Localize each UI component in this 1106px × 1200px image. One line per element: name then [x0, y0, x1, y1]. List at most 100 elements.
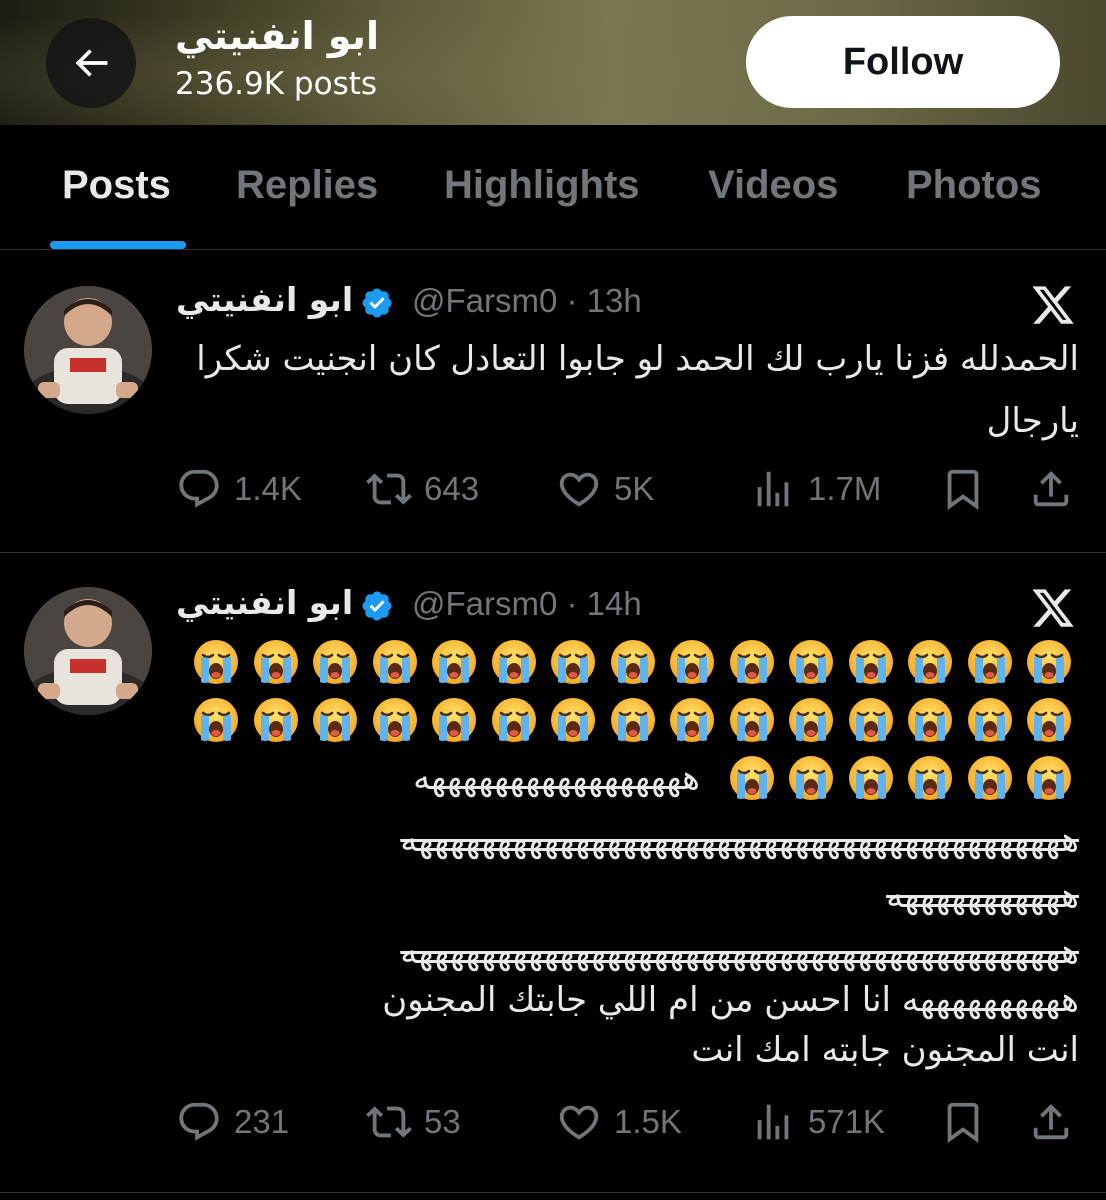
post-text-line: هههههههههههه	[886, 876, 1079, 916]
like-button[interactable]: 5K	[556, 464, 654, 514]
tab-replies[interactable]: Replies	[236, 163, 378, 208]
post-text-line: انت المجنون جابته امك انت	[691, 1030, 1079, 1070]
repost-count: 643	[424, 470, 480, 507]
posts-count: 236.9K posts	[175, 66, 378, 102]
loudly-crying-face-icon	[484, 633, 544, 691]
like-button[interactable]: 1.5K	[556, 1097, 682, 1147]
loudly-crying-face-icon	[782, 749, 842, 807]
author-handle[interactable]: @Farsm0 · 14h	[412, 585, 642, 623]
handle-text: @Farsm0	[412, 282, 558, 319]
repost-button[interactable]: 53	[366, 1097, 461, 1147]
author-name[interactable]: ابو انفنيتي	[176, 583, 353, 622]
loudly-crying-face-icon	[544, 633, 604, 691]
loudly-crying-face-icon	[246, 691, 306, 749]
reply-button[interactable]: 1.4K	[176, 464, 302, 514]
views-count: 571K	[808, 1103, 886, 1140]
loudly-crying-face-icon	[425, 691, 485, 749]
loudly-crying-face-icon	[722, 749, 782, 807]
loudly-crying-face-icon	[841, 633, 901, 691]
reply-icon	[179, 469, 219, 508]
loudly-crying-face-icon	[960, 633, 1020, 691]
loudly-crying-face-icon	[1020, 633, 1080, 691]
loudly-crying-face-icon	[901, 633, 961, 691]
tab-highlights[interactable]: Highlights	[444, 163, 640, 208]
bookmark-button[interactable]	[940, 1097, 986, 1147]
post-text: الحمدلله فزنا يارب لك الحمد لو جابوا الت…	[196, 339, 1079, 441]
profile-tabs: Posts Replies Highlights Videos Photos	[0, 125, 1106, 250]
views-icon	[757, 1104, 789, 1140]
views-button[interactable]: 571K	[750, 1097, 885, 1147]
bookmark-button[interactable]	[940, 464, 986, 514]
tab-posts[interactable]: Posts	[62, 163, 171, 208]
back-button[interactable]	[46, 18, 136, 108]
loudly-crying-face-icon	[663, 691, 723, 749]
post-actions: 1.4K 643 5K 1.7M	[176, 464, 1079, 514]
loudly-crying-face-icon	[841, 749, 901, 807]
active-tab-indicator	[50, 241, 186, 249]
share-button[interactable]	[1028, 464, 1074, 514]
loudly-crying-face-icon	[663, 633, 723, 691]
post-actions: 231 53 1.5K 571K	[176, 1097, 1079, 1147]
heart-icon	[559, 472, 599, 507]
views-count: 1.7M	[808, 470, 882, 507]
tab-videos[interactable]: Videos	[708, 163, 838, 208]
loudly-crying-face-icon	[187, 691, 247, 749]
reply-count: 231	[234, 1103, 290, 1140]
loudly-crying-face-icon	[544, 691, 604, 749]
tab-photos[interactable]: Photos	[906, 163, 1042, 208]
repost-count: 53	[424, 1103, 461, 1140]
loudly-crying-face-icon	[782, 633, 842, 691]
heart-icon	[559, 1105, 599, 1140]
post-text-line: هههههههههههههههههههههههههههههههههههههههه…	[400, 820, 1079, 860]
reply-button[interactable]: 231	[176, 1097, 289, 1147]
loudly-crying-face-icon	[246, 633, 306, 691]
like-count: 5K	[614, 470, 655, 507]
repost-button[interactable]: 643	[366, 464, 479, 514]
loudly-crying-face-icon	[306, 691, 366, 749]
loudly-crying-face-icon	[425, 633, 485, 691]
loudly-crying-face-icon	[603, 691, 663, 749]
share-icon	[1033, 470, 1069, 507]
repost-icon	[366, 1106, 412, 1138]
author-name[interactable]: ابو انفنيتي	[176, 280, 353, 319]
loudly-crying-face-icon	[603, 633, 663, 691]
avatar[interactable]	[24, 286, 152, 414]
post-time: · 14h	[566, 585, 642, 622]
loudly-crying-face-icon	[484, 691, 544, 749]
loudly-crying-face-icon	[306, 633, 366, 691]
verified-badge-icon	[362, 591, 392, 621]
avatar[interactable]	[24, 587, 152, 715]
post-item[interactable]: ابو انفنيتي @Farsm0 · 13h الحمدلله فزنا …	[0, 250, 1106, 553]
loudly-crying-face-icon	[841, 691, 901, 749]
loudly-crying-face-icon	[960, 749, 1020, 807]
loudly-crying-face-icon	[365, 691, 425, 749]
loudly-crying-face-icon	[960, 691, 1020, 749]
post-time: · 13h	[566, 282, 642, 319]
follow-button[interactable]: Follow	[746, 16, 1060, 108]
views-icon	[757, 471, 789, 507]
reply-icon	[179, 1102, 219, 1141]
x-logo-icon	[1032, 589, 1074, 627]
x-logo-icon	[1032, 286, 1074, 324]
repost-icon	[366, 473, 412, 505]
loudly-crying-face-icon	[782, 691, 842, 749]
loudly-crying-face-icon	[901, 749, 961, 807]
profile-name: ابو انفنيتي	[175, 14, 379, 58]
loudly-crying-face-icon	[187, 633, 247, 691]
share-icon	[1033, 1103, 1069, 1140]
loudly-crying-face-icon	[365, 633, 425, 691]
share-button[interactable]	[1028, 1097, 1074, 1147]
reply-count: 1.4K	[234, 470, 302, 507]
loudly-crying-face-icon	[1020, 691, 1080, 749]
post-text-line: هههههههههههههههههه	[413, 758, 700, 798]
loudly-crying-face-icon	[1020, 749, 1080, 807]
loudly-crying-face-icon	[722, 633, 782, 691]
verified-badge-icon	[362, 288, 392, 318]
author-handle[interactable]: @Farsm0 · 13h	[412, 282, 642, 320]
post-item[interactable]: ابو انفنيتي @Farsm0 · 14h هههههههههههههه…	[0, 553, 1106, 1193]
like-count: 1.5K	[614, 1103, 682, 1140]
loudly-crying-face-icon	[901, 691, 961, 749]
views-button[interactable]: 1.7M	[750, 464, 881, 514]
bookmark-icon	[947, 469, 979, 510]
loudly-crying-face-icon	[722, 691, 782, 749]
